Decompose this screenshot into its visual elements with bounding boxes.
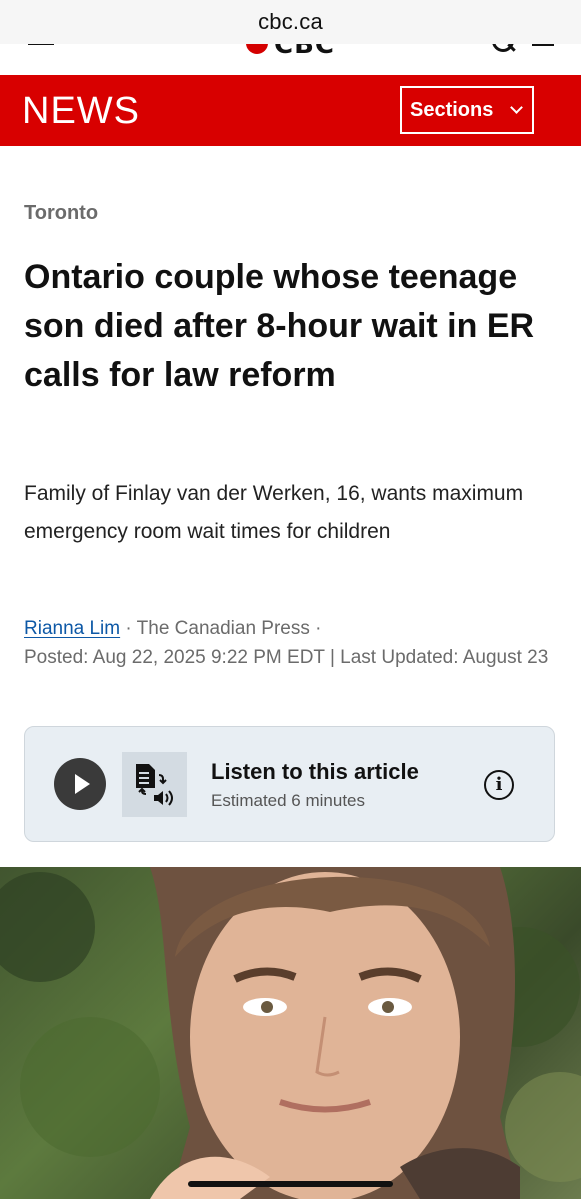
article-photo[interactable] xyxy=(0,867,581,1199)
source-text: · The Canadian Press · xyxy=(120,618,322,639)
article-deck: Family of Finlay van der Werken, 16, wan… xyxy=(24,482,524,543)
browser-url-bar[interactable]: cbc.ca xyxy=(0,0,581,44)
posted-date: Posted: Aug 22, 2025 9:22 PM EDT | Last … xyxy=(24,647,549,668)
news-title[interactable]: NEWS xyxy=(22,90,140,133)
play-button[interactable] xyxy=(54,758,106,810)
chevron-down-icon xyxy=(510,101,523,114)
sections-label: Sections xyxy=(410,99,494,121)
sections-button[interactable]: Sections xyxy=(400,86,534,134)
author-link[interactable]: Rianna Lim xyxy=(24,618,120,639)
info-icon[interactable]: i xyxy=(484,770,514,800)
url-text[interactable]: cbc.ca xyxy=(0,9,581,35)
headline: Ontario couple whose teenage son died af… xyxy=(24,258,535,394)
listen-duration: Estimated 6 minutes xyxy=(211,791,366,810)
listen-title: Listen to this article xyxy=(211,759,419,784)
text-to-speech-icon xyxy=(122,752,187,817)
site-header: CBC xyxy=(0,44,581,75)
cbc-logo-text: CBC xyxy=(274,44,335,60)
category-label[interactable]: Toronto xyxy=(24,202,98,225)
cbc-gem-icon xyxy=(246,44,268,54)
account-icon[interactable] xyxy=(532,44,554,46)
search-icon[interactable] xyxy=(492,44,514,52)
menu-icon[interactable] xyxy=(28,44,54,48)
news-bar: NEWS Sections xyxy=(0,75,581,146)
home-indicator[interactable] xyxy=(188,1181,393,1187)
listen-to-article[interactable]: Listen to this article Estimated 6 minut… xyxy=(24,726,555,842)
byline: Rianna Lim · The Canadian Press · Posted… xyxy=(24,614,559,672)
